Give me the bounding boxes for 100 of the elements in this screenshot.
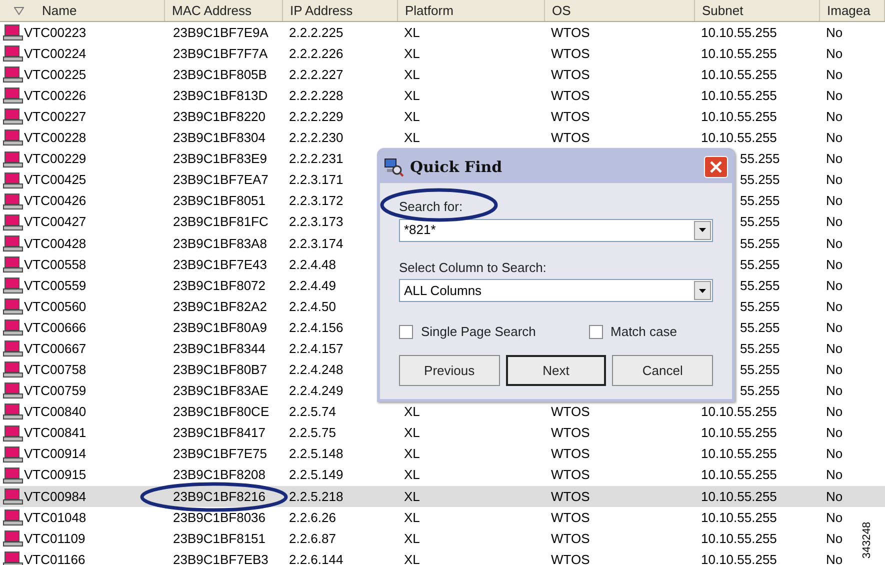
computer-icon [3,382,23,400]
checkbox-label[interactable]: Match case [610,322,677,342]
dialog-button[interactable]: Next [506,355,606,386]
table-cell-text: VTC00984 [24,488,88,506]
computer-icon [3,172,23,189]
table-cell-text: VTC00841 [24,424,88,442]
table-cell-text: 2.2.4.49 [288,276,336,295]
dropdown-button[interactable] [694,220,711,240]
computer-icon [3,319,23,336]
table-cell-text: XL [403,508,420,527]
table-cell-text: VTC00759 [24,382,88,400]
table-cell-text: 2.2.5.218 [288,488,344,506]
table-cell-text: XL [403,24,420,42]
table-cell-text: 23B9C1BF8036 [172,508,266,527]
computer-icon [3,446,23,463]
table-cell-text: XL [403,66,420,84]
column-header[interactable]: MAC Address [165,0,283,21]
table-cell-text: 10.10.55.255 [700,508,777,527]
table-cell-text: VTC00425 [24,171,88,190]
dialog-button[interactable]: Cancel [612,355,713,386]
computer-icon [3,24,23,42]
table-cell-text: No [825,550,843,565]
column-header[interactable]: Name [42,0,77,20]
table-cell-text: No [825,318,843,337]
table-cell-text: VTC00428 [24,234,88,253]
table-cell-text: 23B9C1BF8208 [172,466,266,484]
table-cell-text: WTOS [550,508,590,527]
table-cell-text: No [825,87,843,106]
table-cell-text: VTC00667 [24,340,88,358]
checkbox[interactable] [399,325,413,339]
table-cell-text: No [825,466,843,484]
checkbox[interactable] [588,325,603,339]
table-cell-text: 23B9C1BF7E9A [172,24,268,42]
table-cell-text: XL [403,44,420,63]
table-cell-text: 23B9C1BF7EB3 [172,550,268,565]
column-header[interactable]: Subnet [695,0,820,21]
table-cell-text: 2.2.4.249 [288,382,344,400]
dropdown-button[interactable] [694,281,711,300]
table-cell-text: 55.255 [740,150,780,168]
computer-icon [3,298,23,316]
table-cell-text: No [825,171,843,190]
table-cell-text: No [825,340,843,358]
table-cell-text: WTOS [550,66,590,84]
table-cell-text: XL [403,108,420,126]
table-cell-text: VTC00559 [24,276,88,295]
table-cell-text: 23B9C1BF8417 [172,424,266,442]
checkbox-label[interactable]: Single Page Search [421,322,536,342]
table-cell-text: 23B9C1BF80B7 [172,361,267,380]
table-cell-text: XL [403,403,420,422]
dialog-button[interactable]: Previous [399,355,500,386]
table-cell-text: VTC00427 [24,213,88,232]
table-cell-text: WTOS [550,424,590,442]
table-cell-text: 23B9C1BF80A9 [172,318,267,337]
table-cell-text: VTC00226 [24,87,88,106]
table-cell-text: No [825,66,843,84]
close-button[interactable] [704,156,728,178]
table-cell-text: 2.2.2.229 [288,108,344,126]
table-cell-text: VTC00227 [24,108,88,126]
table-cell-text: 2.2.6.26 [288,508,336,527]
column-value: ALL Columns [403,282,483,300]
table-cell-text: VTC00758 [24,361,88,380]
table-cell-text: VTC00915 [24,466,88,484]
table-cell-text: 2.2.6.144 [288,550,344,565]
column-header[interactable]: OS [545,0,695,21]
table-cell-text: 23B9C1BF8344 [172,340,266,358]
table-cell-text: WTOS [550,403,590,422]
table-cell-text: 23B9C1BF8304 [172,129,266,148]
table-cell-text: 23B9C1BF805B [172,66,267,84]
table-cell-text: No [825,24,843,42]
table-cell-text: WTOS [550,530,590,548]
column-header[interactable]: IP Address [283,0,398,21]
table-cell-text: WTOS [550,87,590,106]
computer-icon [3,129,23,146]
table-cell-text: XL [403,550,420,565]
table-cell-text: 2.2.2.230 [288,129,344,148]
table-cell-text: No [825,234,843,253]
column-header[interactable]: Platform [398,0,545,21]
table-cell-text: No [825,129,843,148]
table-cell-text: VTC00228 [24,129,88,148]
table-cell-text: 2.2.5.74 [288,403,336,422]
column-header[interactable]: Imagea [820,0,885,21]
table-cell-text: 23B9C1BF7E75 [172,445,267,464]
table-cell-text: 55.255 [740,213,780,232]
table-cell-text: VTC00666 [24,318,88,337]
table-cell-text: VTC00914 [24,445,88,464]
computer-icon [3,214,23,231]
field-label: Search for: [399,198,464,216]
table-cell-text: No [825,403,843,422]
table-cell-text: 10.10.55.255 [700,44,777,63]
column-combo-box[interactable]: ALL Columns [399,279,713,302]
search-combo-box[interactable]: *821* [399,218,713,242]
table-cell-text: No [825,382,843,400]
table-cell-text: XL [403,488,420,506]
table-cell-text: 23B9C1BF8151 [172,530,266,548]
table-cell-text: 23B9C1BF7F7A [172,44,268,63]
table-cell-text: 2.2.5.75 [288,424,336,442]
table-cell-text: 2.2.3.171 [288,171,344,190]
table-cell-text: No [825,213,843,232]
table-cell-text: VTC00558 [24,256,88,274]
table-cell-text: 2.2.5.149 [288,466,344,484]
